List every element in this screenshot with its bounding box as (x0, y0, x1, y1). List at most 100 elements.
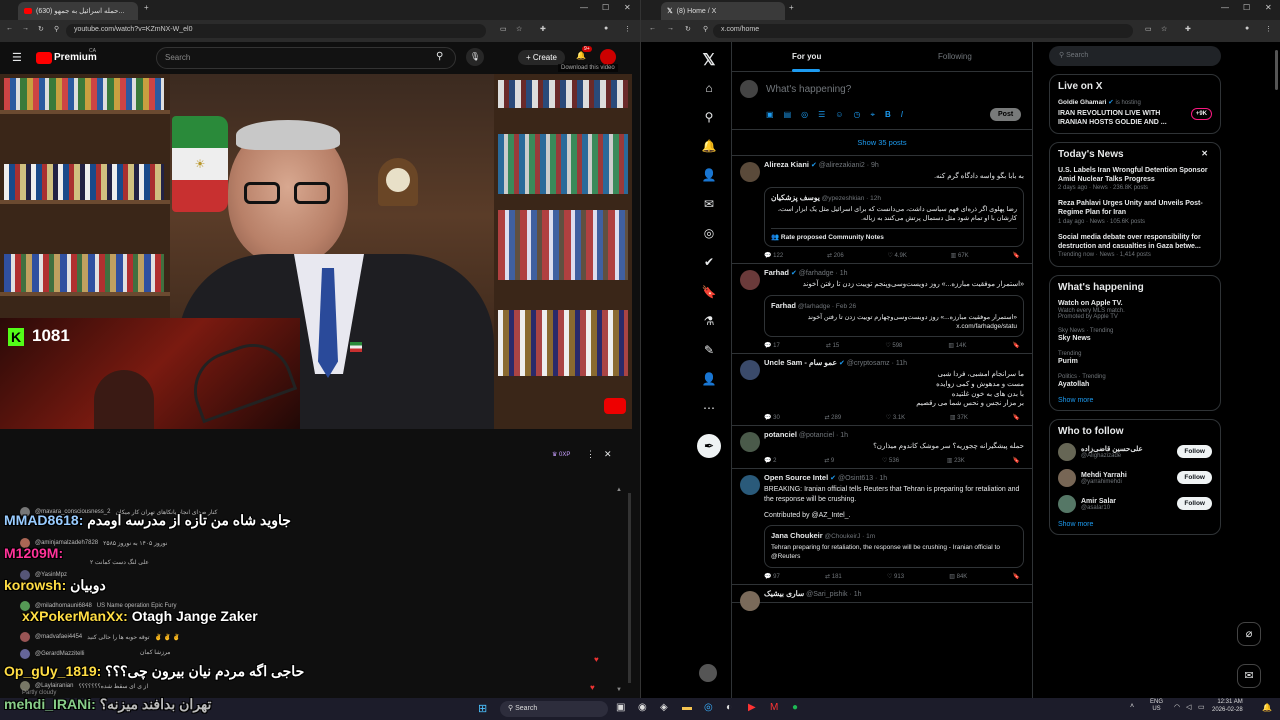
close-window-icon[interactable]: ✕ (1265, 3, 1272, 12)
explore-search-icon[interactable]: ⚲ (699, 107, 719, 127)
follow-button[interactable]: Follow (1177, 445, 1212, 459)
views-icon[interactable]: ▥ 67K (951, 252, 969, 259)
scroll-up-icon[interactable]: ▲ (616, 487, 622, 493)
close-icon[interactable]: ✕ (1201, 149, 1208, 158)
bookmark-icon[interactable]: 🔖 (1012, 252, 1019, 259)
follow-icon[interactable]: 👤 (699, 165, 719, 185)
x-search-input[interactable]: ⚲ Search (1049, 46, 1221, 66)
spotify-icon[interactable]: ● (792, 702, 798, 713)
tweet[interactable]: Open Source Intel ✔ @Osint613 · 1h BREAK… (732, 469, 1032, 585)
show-more-link[interactable]: Show more (1058, 397, 1212, 404)
forward-icon[interactable]: → (667, 25, 674, 32)
more-icon[interactable]: ⋯ (699, 398, 719, 418)
close-window-icon[interactable]: ✕ (624, 3, 631, 12)
profile-icon[interactable]: 👤 (699, 369, 719, 389)
reply-icon[interactable]: 💬 30 (764, 414, 780, 421)
quoted-tweet[interactable]: Farhad @farhadge · Feb 26 «استمرار موفقی… (764, 294, 1024, 337)
file-explorer-icon[interactable]: ▬ (682, 702, 692, 713)
image-icon[interactable]: ▣ (766, 110, 774, 120)
compose-post-icon[interactable]: ✒ (697, 434, 721, 458)
bold-icon[interactable]: B (885, 110, 891, 120)
trend-item[interactable]: Watch on Apple TV. Watch every MLS match.… (1058, 299, 1212, 320)
home-icon[interactable]: ⌂ (699, 78, 719, 98)
cast-icon[interactable]: ▭ (500, 25, 507, 33)
like-icon[interactable]: ♡ 3.1K (886, 414, 905, 421)
live-item[interactable]: Goldie Ghamari ✔ is hosting IRAN REVOLUT… (1058, 98, 1212, 127)
back-icon[interactable]: ← (6, 25, 13, 32)
reply-icon[interactable]: 💬 122 (764, 252, 783, 259)
youtube-app-icon[interactable]: ▶ (748, 702, 756, 713)
x-logo-icon[interactable]: 𝕏 (699, 50, 719, 70)
follow-suggestion[interactable]: Mehdi Yarrahi @yarrahimehdi Follow (1058, 469, 1212, 488)
chat-more-icon[interactable]: ⋮ (586, 449, 595, 460)
maximize-icon[interactable]: ☐ (602, 3, 609, 12)
messages-floating-icon[interactable]: ✉ (1237, 664, 1261, 688)
trend-item[interactable]: Sky News · Trending Sky News (1058, 328, 1212, 343)
account-avatar[interactable] (600, 49, 616, 65)
tab-following[interactable]: Following (938, 52, 972, 61)
youtube-logo-icon[interactable] (36, 52, 52, 64)
chat-scrollbar[interactable] (628, 493, 631, 683)
like-icon[interactable]: ♡ 913 (887, 573, 904, 580)
retweet-icon[interactable]: ⇄ 206 (827, 252, 844, 259)
volume-icon[interactable]: ◁ (1186, 703, 1191, 711)
notifications-icon[interactable]: 🔔 (699, 136, 719, 156)
messages-icon[interactable]: ✉ (699, 194, 719, 214)
italic-icon[interactable]: I (901, 110, 903, 120)
forward-icon[interactable]: → (22, 25, 29, 32)
taskbar-search[interactable]: ⚲ Search (500, 701, 608, 717)
contributed-by[interactable]: Contributed by @AZ_Intel_. (764, 511, 1024, 521)
battery-icon[interactable]: ▭ (1198, 703, 1205, 711)
bookmark-star-icon[interactable]: ☆ (516, 25, 522, 33)
bookmarks-icon[interactable]: 🔖 (699, 282, 719, 302)
views-icon[interactable]: ▥ 37K (950, 414, 968, 421)
bookmark-star-icon[interactable]: ☆ (1161, 25, 1167, 33)
news-item[interactable]: Social media debate over responsibility … (1058, 233, 1212, 258)
follow-suggestion[interactable]: علی‌حسین قاضی‌زاده @Alighazizade Follow (1058, 443, 1212, 462)
trend-item[interactable]: Trending Purim (1058, 351, 1212, 366)
windows-start-icon[interactable]: ⊞ (478, 702, 487, 715)
x-tab[interactable]: 𝕏 (8) Home / X (661, 2, 785, 20)
task-view-icon[interactable]: ▣ (616, 702, 625, 713)
minimize-icon[interactable]: — (1221, 3, 1229, 12)
account-avatar[interactable] (699, 664, 717, 682)
tray-chevron-icon[interactable]: ˄ (1130, 703, 1134, 710)
community-notes-link[interactable]: 👥 Rate proposed Community Notes (771, 227, 1017, 241)
views-icon[interactable]: ▥ 14K (948, 342, 966, 349)
reply-icon[interactable]: 💬 2 (764, 457, 776, 464)
new-tab-icon[interactable]: + (144, 3, 149, 12)
extension-icon[interactable]: ✚ (540, 25, 546, 33)
profile-icon[interactable]: ● (604, 25, 608, 32)
notification-center-icon[interactable]: 🔔 (1262, 703, 1272, 712)
trend-item[interactable]: Politics · Trending Ayatollah (1058, 374, 1212, 389)
grok-icon[interactable]: ◎ (801, 110, 808, 120)
retweet-icon[interactable]: ⇄ 15 (826, 342, 839, 349)
bookmark-icon[interactable]: 🔖 (1012, 414, 1019, 421)
show-new-posts[interactable]: Show 35 posts (732, 130, 1032, 156)
youtube-tab[interactable]: (630) حمله اسرائیل به جمهو... (18, 2, 138, 20)
premium-check-icon[interactable]: ✔ (699, 252, 719, 272)
emoji-icon[interactable]: ☺ (835, 110, 843, 120)
tweet-author[interactable]: ساری بیشیک (764, 589, 804, 598)
composer-input[interactable]: What's happening? (766, 84, 851, 95)
quoted-tweet[interactable]: Jana Choukeir @ChoukeirJ · 1m Tehran pre… (764, 525, 1024, 568)
tweet-author[interactable]: Farhad (764, 268, 789, 277)
bookmark-icon[interactable]: 🔖 (1013, 342, 1020, 349)
bookmark-icon[interactable]: 🔖 (1013, 457, 1020, 464)
tweet[interactable]: potanciel @potanciel · 1h حمله پیشگیرانه… (732, 426, 1032, 469)
site-info-icon[interactable]: ⚲ (703, 25, 708, 33)
follow-button[interactable]: Follow (1177, 471, 1212, 485)
new-tab-icon[interactable]: + (789, 3, 794, 12)
chrome-icon[interactable]: ◉ (638, 702, 647, 713)
youtube-search-input[interactable]: Search (156, 47, 456, 69)
schedule-icon[interactable]: ◷ (853, 110, 860, 120)
gmail-icon[interactable]: M (770, 702, 778, 713)
cast-icon[interactable]: ▭ (1145, 25, 1152, 33)
show-more-link[interactable]: Show more (1058, 521, 1212, 528)
extension-icon[interactable]: ✚ (1185, 25, 1191, 33)
retweet-icon[interactable]: ⇄ 289 (824, 414, 841, 421)
reply-icon[interactable]: 💬 17 (764, 342, 780, 349)
left-url-field[interactable]: youtube.com/watch?v=KZmNX-W_el0 (66, 24, 486, 38)
menu-dots-icon[interactable]: ⋮ (1265, 25, 1272, 33)
like-icon[interactable]: ♡ 536 (882, 457, 899, 464)
